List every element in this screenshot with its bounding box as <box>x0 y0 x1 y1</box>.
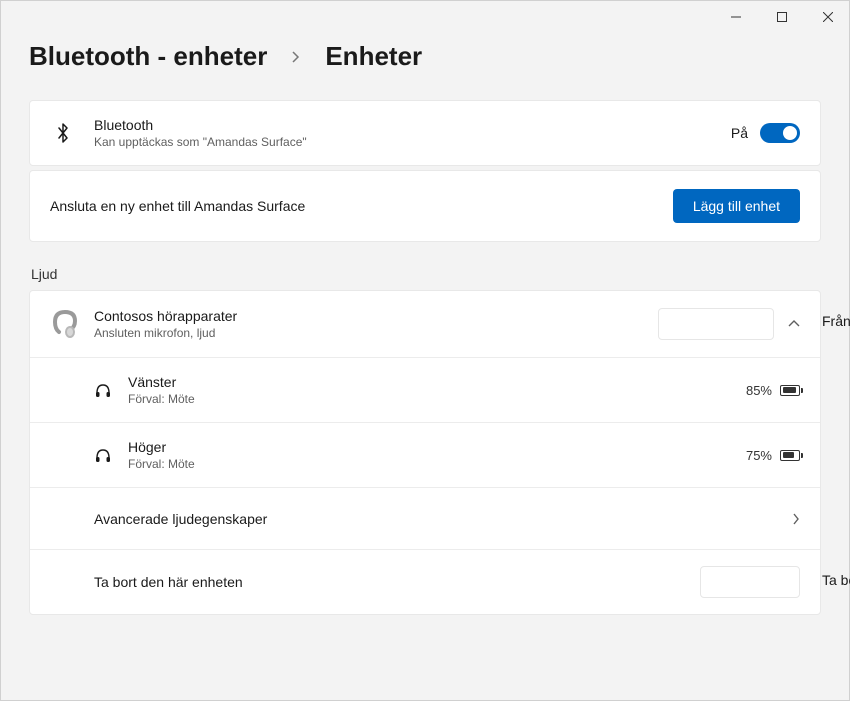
bluetooth-state-label: På <box>731 125 748 141</box>
bluetooth-title: Bluetooth <box>94 117 713 133</box>
chevron-right-icon <box>792 513 800 525</box>
advanced-audio-row[interactable]: Avancerade ljudegenskaper <box>30 488 820 550</box>
headphone-right-icon <box>94 446 128 464</box>
settings-window: Bluetooth - enheter Enheter Bluetooth Ka… <box>0 0 850 701</box>
remove-label: Ta bort den här enheten <box>94 574 700 590</box>
headphone-left-icon <box>94 381 128 399</box>
remove-action-label: Ta bort <box>822 572 850 588</box>
add-device-text: Ansluta en ny enhet till Amandas Surface <box>50 198 305 214</box>
right-preset: Förval: Möte <box>128 457 746 471</box>
section-audio-label: Ljud <box>31 266 821 282</box>
device-header-row[interactable]: Contosos hörapparater Ansluten mikrofon,… <box>30 291 820 358</box>
bluetooth-subtitle: Kan upptäckas som "Amandas Surface" <box>94 135 713 149</box>
close-button[interactable] <box>813 5 843 29</box>
bluetooth-icon <box>50 122 76 144</box>
advanced-label: Avancerade ljudegenskaper <box>94 511 792 527</box>
left-battery-pct: 85% <box>746 383 772 398</box>
hearing-aid-icon <box>50 307 94 341</box>
left-preset: Förval: Möte <box>128 392 746 406</box>
battery-icon <box>780 450 800 461</box>
battery-icon <box>780 385 800 396</box>
add-device-button[interactable]: Lägg till enhet <box>673 189 800 223</box>
left-label: Vänster <box>128 374 746 390</box>
bluetooth-toggle-row: Bluetooth Kan upptäckas som "Amandas Sur… <box>30 101 820 165</box>
device-status: Ansluten mikrofon, ljud <box>94 326 658 340</box>
device-action-button[interactable] <box>658 308 774 340</box>
left-ear-row: Vänster Förval: Möte 85% <box>30 358 820 423</box>
breadcrumb: Bluetooth - enheter Enheter <box>29 41 821 72</box>
window-titlebar <box>1 1 849 33</box>
bluetooth-toggle[interactable] <box>760 123 800 143</box>
remove-device-row: Ta bort den här enheten Ta bort <box>30 550 820 614</box>
right-battery-pct: 75% <box>746 448 772 463</box>
breadcrumb-root[interactable]: Bluetooth - enheter <box>29 41 267 72</box>
right-ear-row: Höger Förval: Möte 75% <box>30 423 820 488</box>
maximize-button[interactable] <box>767 5 797 29</box>
chevron-up-icon <box>788 320 800 328</box>
right-label: Höger <box>128 439 746 455</box>
breadcrumb-current: Enheter <box>325 41 422 72</box>
remove-device-button[interactable] <box>700 566 800 598</box>
add-device-row: Ansluta en ny enhet till Amandas Surface… <box>30 171 820 241</box>
chevron-right-icon <box>291 50 301 64</box>
disconnect-label: Frånkoppla <box>822 313 850 329</box>
minimize-button[interactable] <box>721 5 751 29</box>
audio-device-group: Contosos hörapparater Ansluten mikrofon,… <box>29 290 821 615</box>
device-name: Contosos hörapparater <box>94 308 658 324</box>
